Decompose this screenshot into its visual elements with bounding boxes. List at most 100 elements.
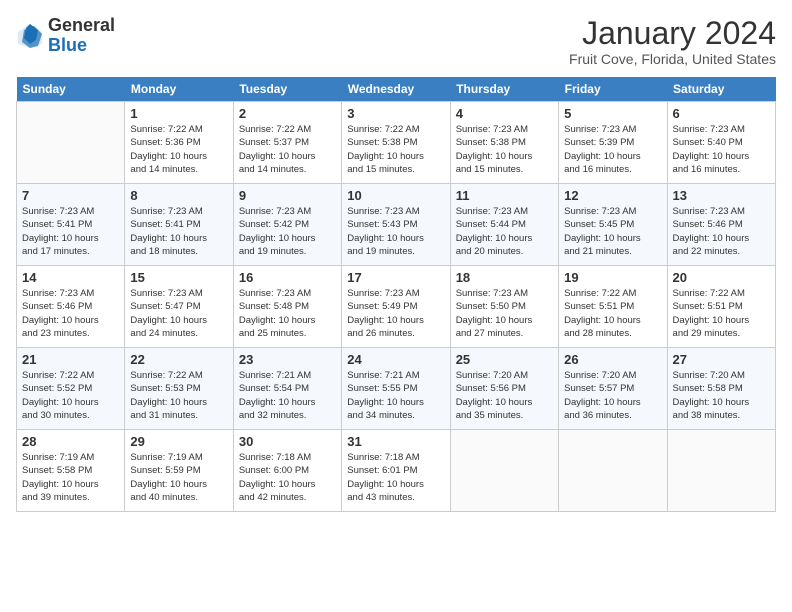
day-number: 1 [130, 106, 227, 121]
day-cell [450, 430, 558, 512]
day-info: Sunrise: 7:23 AMSunset: 5:41 PMDaylight:… [22, 205, 119, 258]
day-cell: 26 Sunrise: 7:20 AMSunset: 5:57 PMDayligh… [559, 348, 667, 430]
day-info: Sunrise: 7:23 AMSunset: 5:40 PMDaylight:… [673, 123, 770, 176]
day-number: 26 [564, 352, 661, 367]
day-cell: 31 Sunrise: 7:18 AMSunset: 6:01 PMDayligh… [342, 430, 450, 512]
day-info: Sunrise: 7:18 AMSunset: 6:00 PMDaylight:… [239, 451, 336, 504]
day-info: Sunrise: 7:23 AMSunset: 5:43 PMDaylight:… [347, 205, 444, 258]
day-number: 14 [22, 270, 119, 285]
day-cell: 10 Sunrise: 7:23 AMSunset: 5:43 PMDayligh… [342, 184, 450, 266]
day-info: Sunrise: 7:23 AMSunset: 5:44 PMDaylight:… [456, 205, 553, 258]
day-cell: 27 Sunrise: 7:20 AMSunset: 5:58 PMDayligh… [667, 348, 775, 430]
day-number: 23 [239, 352, 336, 367]
day-cell: 19 Sunrise: 7:22 AMSunset: 5:51 PMDayligh… [559, 266, 667, 348]
day-number: 8 [130, 188, 227, 203]
day-info: Sunrise: 7:22 AMSunset: 5:38 PMDaylight:… [347, 123, 444, 176]
day-number: 24 [347, 352, 444, 367]
day-info: Sunrise: 7:23 AMSunset: 5:42 PMDaylight:… [239, 205, 336, 258]
day-number: 6 [673, 106, 770, 121]
month-title: January 2024 [569, 16, 776, 51]
week-row-2: 7 Sunrise: 7:23 AMSunset: 5:41 PMDaylight… [17, 184, 776, 266]
logo-text: General Blue [48, 16, 115, 56]
day-cell: 23 Sunrise: 7:21 AMSunset: 5:54 PMDayligh… [233, 348, 341, 430]
day-cell: 24Sunrise: 7:21 AMSunset: 5:55 PMDayligh… [342, 348, 450, 430]
day-cell: 29 Sunrise: 7:19 AMSunset: 5:59 PMDayligh… [125, 430, 233, 512]
day-number: 31 [347, 434, 444, 449]
day-number: 19 [564, 270, 661, 285]
day-cell: 28Sunrise: 7:19 AMSunset: 5:58 PMDayligh… [17, 430, 125, 512]
day-number: 16 [239, 270, 336, 285]
day-cell: 9 Sunrise: 7:23 AMSunset: 5:42 PMDaylight… [233, 184, 341, 266]
day-number: 12 [564, 188, 661, 203]
day-info: Sunrise: 7:22 AMSunset: 5:51 PMDaylight:… [564, 287, 661, 340]
day-number: 17 [347, 270, 444, 285]
day-cell: 25 Sunrise: 7:20 AMSunset: 5:56 PMDayligh… [450, 348, 558, 430]
logo-icon [16, 22, 44, 50]
day-info: Sunrise: 7:23 AMSunset: 5:50 PMDaylight:… [456, 287, 553, 340]
day-cell: 12Sunrise: 7:23 AMSunset: 5:45 PMDayligh… [559, 184, 667, 266]
day-cell: 14 Sunrise: 7:23 AMSunset: 5:46 PMDayligh… [17, 266, 125, 348]
week-row-1: 1 Sunrise: 7:22 AMSunset: 5:36 PMDaylight… [17, 102, 776, 184]
page-container: General Blue January 2024 Fruit Cove, Fl… [0, 0, 792, 612]
day-cell: 20Sunrise: 7:22 AMSunset: 5:51 PMDayligh… [667, 266, 775, 348]
week-row-4: 21Sunrise: 7:22 AMSunset: 5:52 PMDayligh… [17, 348, 776, 430]
day-number: 18 [456, 270, 553, 285]
day-cell: 8 Sunrise: 7:23 AMSunset: 5:41 PMDaylight… [125, 184, 233, 266]
day-info: Sunrise: 7:23 AMSunset: 5:39 PMDaylight:… [564, 123, 661, 176]
day-number: 7 [22, 188, 119, 203]
day-number: 21 [22, 352, 119, 367]
day-number: 27 [673, 352, 770, 367]
day-info: Sunrise: 7:20 AMSunset: 5:57 PMDaylight:… [564, 369, 661, 422]
day-cell: 17 Sunrise: 7:23 AMSunset: 5:49 PMDayligh… [342, 266, 450, 348]
day-number: 15 [130, 270, 227, 285]
day-info: Sunrise: 7:23 AMSunset: 5:41 PMDaylight:… [130, 205, 227, 258]
day-number: 22 [130, 352, 227, 367]
day-number: 9 [239, 188, 336, 203]
day-info: Sunrise: 7:22 AMSunset: 5:36 PMDaylight:… [130, 123, 227, 176]
week-row-3: 14 Sunrise: 7:23 AMSunset: 5:46 PMDayligh… [17, 266, 776, 348]
day-header-friday: Friday [559, 77, 667, 102]
day-info: Sunrise: 7:21 AMSunset: 5:54 PMDaylight:… [239, 369, 336, 422]
day-header-wednesday: Wednesday [342, 77, 450, 102]
day-info: Sunrise: 7:23 AMSunset: 5:49 PMDaylight:… [347, 287, 444, 340]
day-info: Sunrise: 7:18 AMSunset: 6:01 PMDaylight:… [347, 451, 444, 504]
day-cell: 5Sunrise: 7:23 AMSunset: 5:39 PMDaylight… [559, 102, 667, 184]
day-cell: 11 Sunrise: 7:23 AMSunset: 5:44 PMDayligh… [450, 184, 558, 266]
day-info: Sunrise: 7:23 AMSunset: 5:48 PMDaylight:… [239, 287, 336, 340]
calendar-table: SundayMondayTuesdayWednesdayThursdayFrid… [16, 77, 776, 512]
day-number: 20 [673, 270, 770, 285]
day-cell: 1 Sunrise: 7:22 AMSunset: 5:36 PMDaylight… [125, 102, 233, 184]
day-cell: 30 Sunrise: 7:18 AMSunset: 6:00 PMDayligh… [233, 430, 341, 512]
day-cell: 6 Sunrise: 7:23 AMSunset: 5:40 PMDaylight… [667, 102, 775, 184]
day-number: 11 [456, 188, 553, 203]
logo: General Blue [16, 16, 115, 56]
day-info: Sunrise: 7:19 AMSunset: 5:59 PMDaylight:… [130, 451, 227, 504]
day-number: 10 [347, 188, 444, 203]
header-row: SundayMondayTuesdayWednesdayThursdayFrid… [17, 77, 776, 102]
location-subtitle: Fruit Cove, Florida, United States [569, 51, 776, 67]
day-cell: 18 Sunrise: 7:23 AMSunset: 5:50 PMDayligh… [450, 266, 558, 348]
day-header-saturday: Saturday [667, 77, 775, 102]
day-info: Sunrise: 7:23 AMSunset: 5:47 PMDaylight:… [130, 287, 227, 340]
day-info: Sunrise: 7:23 AMSunset: 5:38 PMDaylight:… [456, 123, 553, 176]
day-number: 29 [130, 434, 227, 449]
header: General Blue January 2024 Fruit Cove, Fl… [16, 16, 776, 67]
week-row-5: 28Sunrise: 7:19 AMSunset: 5:58 PMDayligh… [17, 430, 776, 512]
day-cell: 21Sunrise: 7:22 AMSunset: 5:52 PMDayligh… [17, 348, 125, 430]
day-header-monday: Monday [125, 77, 233, 102]
day-number: 25 [456, 352, 553, 367]
day-number: 13 [673, 188, 770, 203]
day-number: 30 [239, 434, 336, 449]
day-cell: 16 Sunrise: 7:23 AMSunset: 5:48 PMDayligh… [233, 266, 341, 348]
day-cell [667, 430, 775, 512]
day-cell: 2Sunrise: 7:22 AMSunset: 5:37 PMDaylight… [233, 102, 341, 184]
day-info: Sunrise: 7:20 AMSunset: 5:56 PMDaylight:… [456, 369, 553, 422]
day-header-thursday: Thursday [450, 77, 558, 102]
day-info: Sunrise: 7:23 AMSunset: 5:46 PMDaylight:… [673, 205, 770, 258]
day-cell: 4 Sunrise: 7:23 AMSunset: 5:38 PMDaylight… [450, 102, 558, 184]
day-number: 4 [456, 106, 553, 121]
day-cell: 22Sunrise: 7:22 AMSunset: 5:53 PMDayligh… [125, 348, 233, 430]
day-cell [559, 430, 667, 512]
day-info: Sunrise: 7:23 AMSunset: 5:46 PMDaylight:… [22, 287, 119, 340]
day-info: Sunrise: 7:20 AMSunset: 5:58 PMDaylight:… [673, 369, 770, 422]
